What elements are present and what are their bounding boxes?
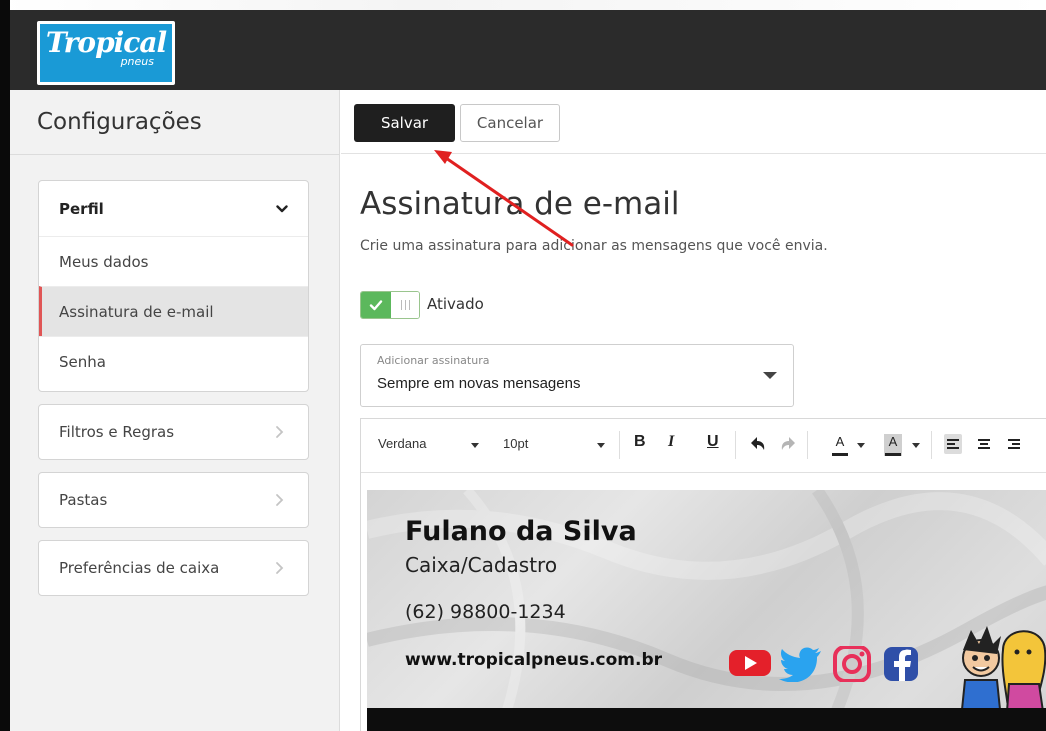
toggle-label: Ativado (427, 295, 484, 313)
signature-enabled-toggle[interactable] (360, 291, 420, 319)
toolbar-separator (619, 431, 620, 459)
twitter-icon (779, 647, 821, 682)
italic-button[interactable]: I (668, 433, 674, 451)
align-right-icon[interactable] (1005, 434, 1023, 454)
sidebar-item-label: Meus dados (59, 252, 149, 271)
sidebar-group-label: Perfil (59, 199, 104, 218)
toggle-on-state (361, 292, 391, 318)
undo-icon[interactable] (749, 434, 767, 454)
sidebar-title: Configurações (37, 109, 202, 135)
signature-editor[interactable]: Verdana 10pt B I U A A Fulano da Silva C… (360, 418, 1046, 731)
caret-down-icon (912, 443, 920, 448)
chevron-right-icon (276, 562, 284, 574)
caret-down-icon (857, 443, 865, 448)
caret-down-icon (471, 443, 479, 448)
font-size-select[interactable]: 10pt (503, 436, 528, 451)
left-window-border (0, 0, 10, 731)
sidebar-item-senha[interactable]: Senha (39, 336, 308, 386)
chevron-down-icon (276, 204, 288, 212)
logo-text-primary: Tropical (45, 26, 167, 59)
sidebar-group-filtros[interactable]: Filtros e Regras (38, 404, 309, 460)
signature-name: Fulano da Silva (405, 516, 637, 547)
signature-phone: (62) 98800-1234 (405, 601, 566, 623)
facebook-icon (884, 647, 918, 681)
toolbar-separator (735, 431, 736, 459)
youtube-icon (729, 650, 771, 676)
select-label: Adicionar assinatura (377, 354, 490, 367)
toggle-knob (392, 292, 419, 318)
sidebar-group-preferencias[interactable]: Preferências de caixa (38, 540, 309, 596)
sidebar-item-label: Senha (59, 352, 106, 371)
background-color-button[interactable]: A (884, 434, 902, 456)
chevron-right-icon (276, 426, 284, 438)
add-signature-select[interactable]: Adicionar assinatura Sempre em novas men… (360, 344, 794, 407)
cancel-button[interactable]: Cancelar (460, 104, 560, 142)
sidebar-group-label: Preferências de caixa (59, 559, 220, 577)
signature-website: www.tropicalpneus.com.br (405, 650, 663, 670)
grip-icon (401, 300, 410, 310)
sidebar-group-label: Pastas (59, 491, 108, 509)
email-signature-preview: Fulano da Silva Caixa/Cadastro (62) 9880… (367, 490, 1046, 731)
sidebar-group-label: Filtros e Regras (59, 423, 175, 441)
app-window: Tropical pneus Configurações Perfil Meus… (0, 0, 1046, 731)
check-icon (369, 300, 383, 311)
signature-role: Caixa/Cadastro (405, 553, 558, 577)
signature-bottom-band (367, 708, 1046, 731)
editor-toolbar: Verdana 10pt B I U A A (361, 419, 1046, 473)
page-description: Crie uma assinatura para adicionar as me… (360, 238, 828, 254)
font-family-select[interactable]: Verdana (378, 436, 426, 451)
redo-icon[interactable] (779, 434, 797, 454)
align-left-icon[interactable] (944, 434, 962, 454)
toolbar-separator (931, 431, 932, 459)
sidebar-group-perfil: Perfil Meus dados Assinatura de e-mail S… (38, 180, 309, 392)
bg-color-glyph: A (888, 434, 898, 449)
settings-sidebar: Configurações Perfil Meus dados Assinatu… (10, 90, 340, 731)
select-value: Sempre em novas mensagens (377, 375, 581, 392)
underline-button[interactable]: U (707, 433, 719, 451)
caret-down-icon (763, 372, 777, 379)
toolbar-separator (807, 431, 808, 459)
sidebar-divider (10, 154, 340, 155)
chevron-right-icon (276, 494, 284, 506)
action-toolbar: Salvar Cancelar (341, 90, 1046, 154)
sidebar-group-header-perfil[interactable]: Perfil (39, 181, 308, 236)
top-background-strip (0, 0, 1046, 10)
sidebar-group-pastas[interactable]: Pastas (38, 472, 309, 528)
text-color-button[interactable]: A (831, 434, 849, 456)
save-button[interactable]: Salvar (354, 104, 455, 142)
align-center-icon[interactable] (975, 434, 993, 454)
main-content: Salvar Cancelar Assinatura de e-mail Cri… (341, 90, 1046, 731)
sidebar-item-meus-dados[interactable]: Meus dados (39, 236, 308, 286)
caret-down-icon (597, 443, 605, 448)
instagram-icon (833, 646, 871, 682)
sidebar-item-label: Assinatura de e-mail (59, 302, 214, 321)
top-bar: Tropical pneus (10, 10, 1046, 90)
text-color-glyph: A (835, 434, 845, 449)
page-title: Assinatura de e-mail (360, 186, 680, 222)
sidebar-item-assinatura[interactable]: Assinatura de e-mail (39, 286, 308, 336)
brand-logo[interactable]: Tropical pneus (37, 21, 175, 85)
bold-button[interactable]: B (634, 433, 646, 451)
